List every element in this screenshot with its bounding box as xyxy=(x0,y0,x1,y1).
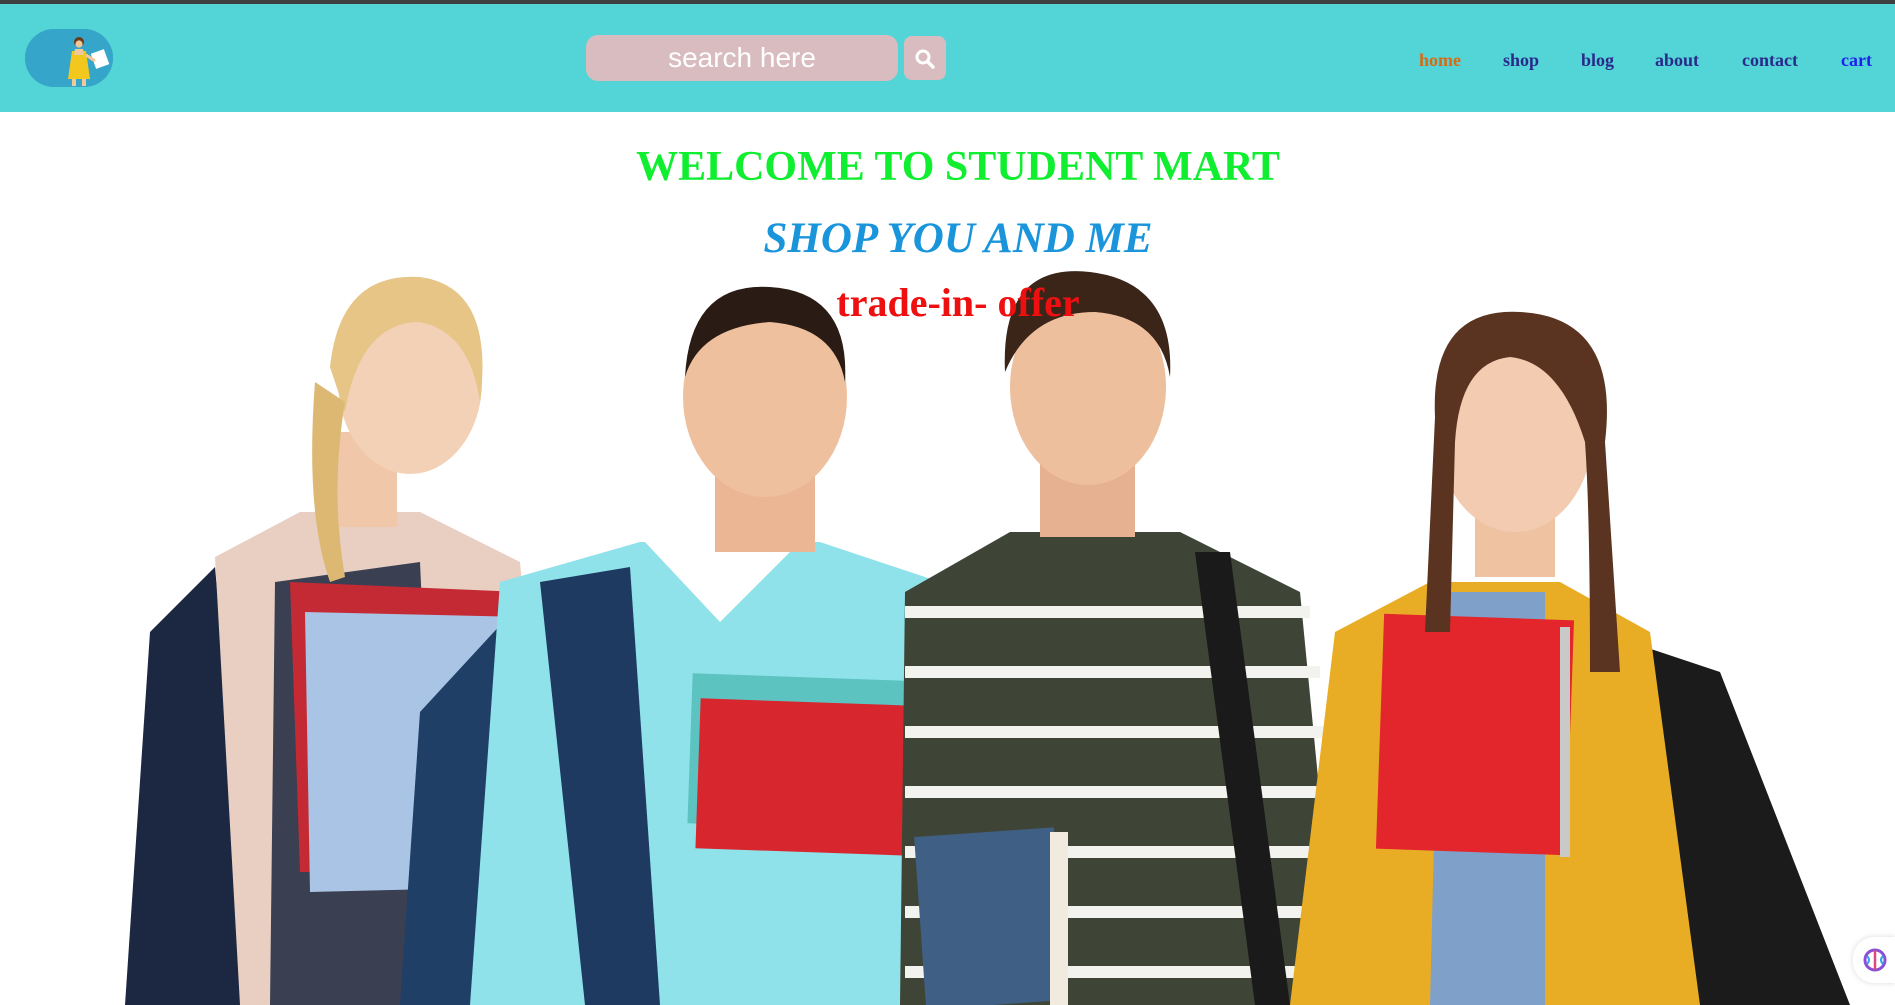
hero-offer: trade-in- offer xyxy=(836,280,1080,325)
brain-icon xyxy=(1863,948,1887,972)
nav-about[interactable]: about xyxy=(1655,50,1699,71)
hero-students-image xyxy=(125,271,1850,1005)
nav-shop[interactable]: shop xyxy=(1503,50,1539,71)
nav-cart[interactable]: cart xyxy=(1841,50,1872,71)
search-input[interactable] xyxy=(586,35,898,81)
floating-widget[interactable] xyxy=(1853,937,1895,983)
site-header: home shop blog about contact cart xyxy=(0,4,1895,112)
search-icon xyxy=(915,49,935,69)
nav-blog[interactable]: blog xyxy=(1581,50,1614,71)
logo[interactable] xyxy=(25,29,113,87)
student-3 xyxy=(900,271,1340,1005)
search-button[interactable] xyxy=(904,36,946,80)
shopping-girl-logo-icon xyxy=(25,29,113,87)
student-4 xyxy=(1290,311,1850,1005)
nav-home[interactable]: home xyxy=(1419,50,1461,71)
nav-contact[interactable]: contact xyxy=(1742,50,1798,71)
